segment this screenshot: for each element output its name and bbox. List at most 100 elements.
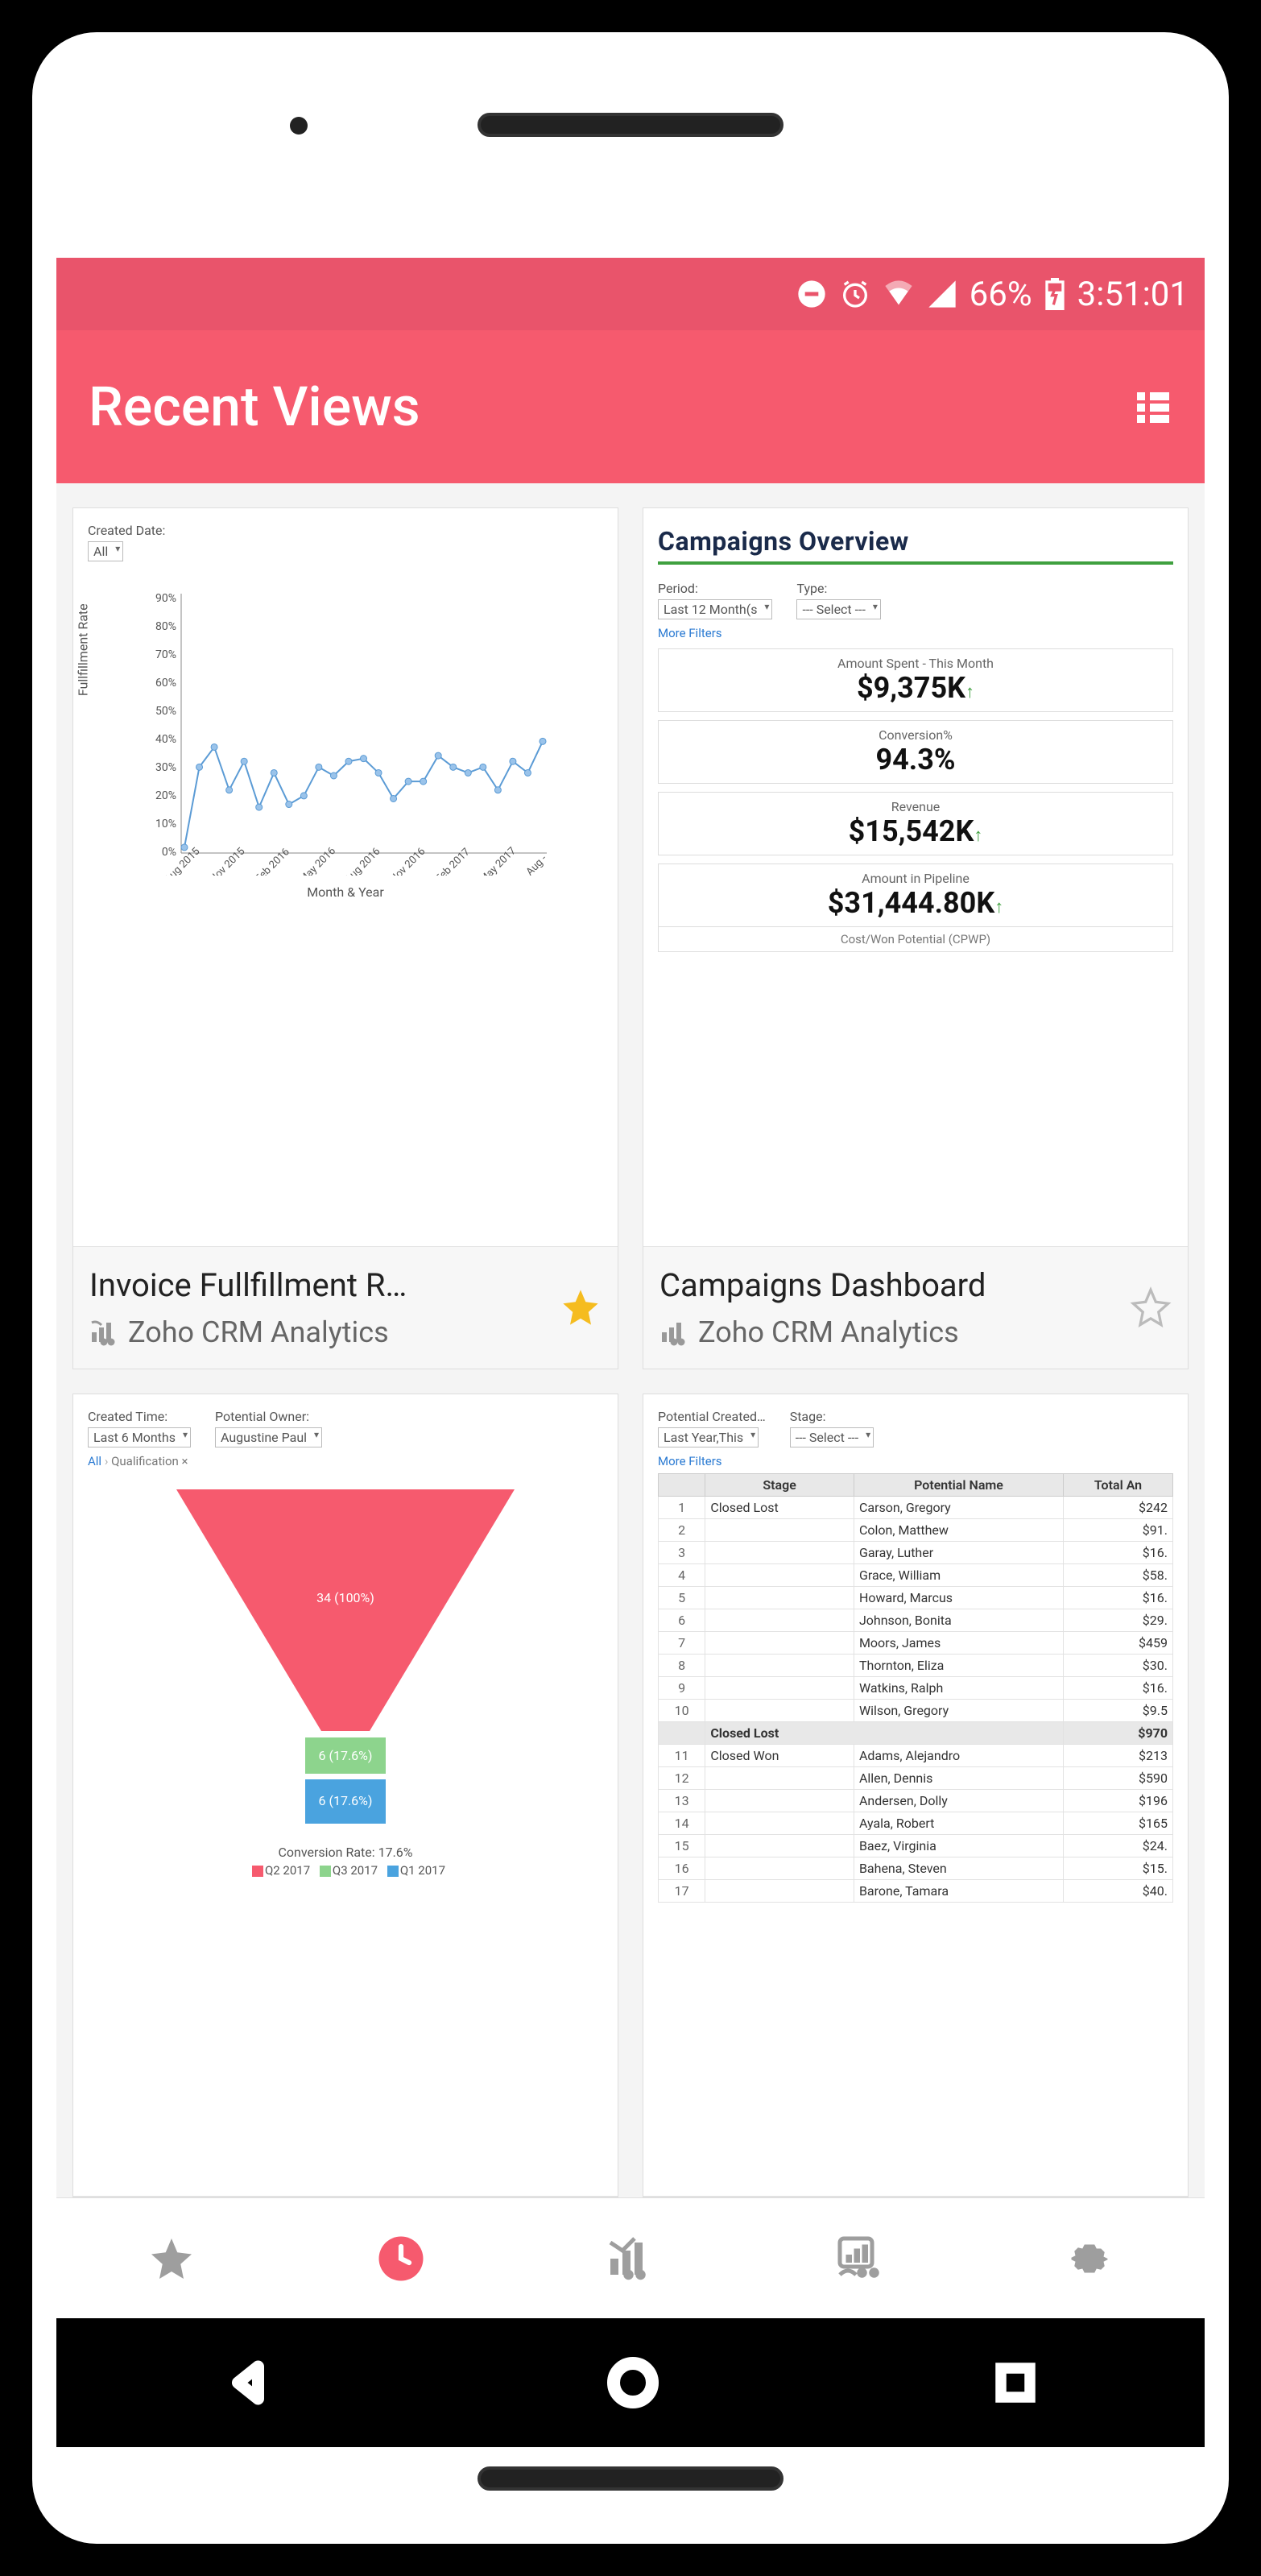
card-invoice-fulfillment[interactable]: Created Date: All Fullfillment Rate 90%8…: [72, 507, 618, 1369]
svg-text:6 (17.6%): 6 (17.6%): [319, 1748, 373, 1763]
svg-text:Nov 2015: Nov 2015: [208, 846, 248, 876]
period-label: Period:: [658, 581, 772, 596]
svg-text:Feb 2017: Feb 2017: [433, 846, 473, 876]
conversion-rate: Conversion Rate: 17.6%: [88, 1845, 603, 1860]
back-icon[interactable]: [224, 2359, 272, 2407]
type-label: Type:: [796, 581, 880, 596]
breadcrumb-all[interactable]: All: [88, 1454, 101, 1468]
svg-text:May 2016: May 2016: [297, 845, 338, 876]
campaigns-heading: Campaigns Overview: [658, 523, 1173, 565]
filter-label: Stage:: [790, 1409, 874, 1424]
star-icon: [147, 2234, 196, 2283]
wifi-icon: [883, 278, 915, 310]
kpi-label: Amount Spent - This Month: [665, 656, 1166, 671]
table-row[interactable]: 1Closed LostCarson, Gregory$242: [659, 1496, 1173, 1518]
table-row[interactable]: 17Barone, Tamara$40.: [659, 1879, 1173, 1902]
android-nav-bar: [56, 2318, 1205, 2447]
gear-icon: [1065, 2234, 1114, 2283]
card-preview: Campaigns Overview Period: Last 12 Month…: [643, 508, 1188, 1247]
svg-text:30%: 30%: [155, 761, 176, 774]
svg-text:34 (100%): 34 (100%): [316, 1590, 374, 1605]
created-time-dropdown[interactable]: Last 6 Months: [88, 1427, 191, 1447]
filter-label: Potential Created…: [658, 1409, 766, 1424]
alarm-icon: [839, 278, 871, 310]
minus-circle-icon: [796, 278, 828, 310]
home-icon[interactable]: [607, 2357, 659, 2408]
table-row[interactable]: 4Grace, William$58.: [659, 1563, 1173, 1586]
table-row[interactable]: 8Thornton, Eliza$30.: [659, 1654, 1173, 1676]
table-row[interactable]: 6Johnson, Bonita$29.: [659, 1609, 1173, 1631]
bottom-tab-bar: [56, 2197, 1205, 2318]
svg-text:Aug 2016: Aug 2016: [343, 846, 383, 876]
tab-recent[interactable]: [286, 2198, 515, 2318]
table-row[interactable]: 16Bahena, Steven$15.: [659, 1857, 1173, 1879]
svg-text:50%: 50%: [155, 705, 176, 718]
recents-icon[interactable]: [994, 2361, 1037, 2404]
funnel-chart: 34 (100%) 6 (17.6%) 6 (17.6%): [88, 1481, 603, 1836]
list-view-icon[interactable]: [1134, 387, 1172, 426]
card-subtitle: Zoho CRM Analytics: [128, 1315, 389, 1349]
card-table[interactable]: Potential Created… Last Year,This Stage:…: [643, 1394, 1189, 2198]
analytics-icon: [659, 1318, 688, 1347]
table-total-row: Closed Lost$970: [659, 1721, 1173, 1744]
chart-legend: Q2 2017 Q3 2017 Q1 2017: [88, 1863, 603, 1878]
dashboard-icon: [836, 2234, 884, 2283]
card-preview: Potential Created… Last Year,This Stage:…: [643, 1394, 1188, 2197]
tab-reports[interactable]: [515, 2198, 745, 2318]
chart-icon: [606, 2234, 655, 2283]
app-bar: Recent Views: [56, 330, 1205, 483]
svg-text:6 (17.6%): 6 (17.6%): [319, 1793, 373, 1808]
type-dropdown[interactable]: --- Select ---: [796, 599, 880, 619]
table-row[interactable]: 13Andersen, Dolly$196: [659, 1789, 1173, 1812]
table-row[interactable]: 5Howard, Marcus$16.: [659, 1586, 1173, 1609]
svg-text:60%: 60%: [155, 677, 176, 690]
star-icon[interactable]: [1130, 1286, 1172, 1328]
svg-text:80%: 80%: [155, 620, 176, 633]
svg-text:70%: 70%: [155, 648, 176, 661]
card-campaigns-dashboard[interactable]: Campaigns Overview Period: Last 12 Month…: [643, 507, 1189, 1369]
table-row[interactable]: 12Allen, Dennis$590: [659, 1766, 1173, 1789]
clock-icon: [377, 2234, 425, 2283]
kpi-value: $9,375K: [857, 671, 965, 705]
kpi-label: Amount in Pipeline: [665, 871, 1166, 886]
more-filters-link[interactable]: More Filters: [658, 626, 1173, 640]
table-row[interactable]: 10Wilson, Gregory$9.5: [659, 1699, 1173, 1721]
page-title: Recent Views: [89, 375, 420, 439]
card-preview: Created Time: Last 6 Months Potential Ow…: [73, 1394, 618, 2197]
card-title: Invoice Fullfillment R…: [89, 1266, 547, 1304]
tab-dashboards[interactable]: [746, 2198, 975, 2318]
svg-text:90%: 90%: [155, 592, 176, 605]
y-axis-label: Fullfillment Rate: [76, 603, 91, 696]
x-axis-label: Month & Year: [88, 884, 603, 900]
created-dropdown[interactable]: Last Year,This: [658, 1427, 759, 1447]
table-row[interactable]: 2Colon, Matthew$91.: [659, 1518, 1173, 1541]
card-preview: Created Date: All Fullfillment Rate 90%8…: [73, 508, 618, 1247]
svg-text:20%: 20%: [155, 789, 176, 802]
svg-text:40%: 40%: [155, 733, 176, 746]
table-row[interactable]: 11Closed WonAdams, Alejandro$213: [659, 1744, 1173, 1766]
card-funnel[interactable]: Created Time: Last 6 Months Potential Ow…: [72, 1394, 618, 2198]
star-icon[interactable]: [560, 1286, 602, 1328]
filter-dropdown[interactable]: All: [88, 541, 123, 561]
table-row[interactable]: 15Baez, Virginia$24.: [659, 1834, 1173, 1857]
period-dropdown[interactable]: Last 12 Month(s: [658, 599, 772, 619]
stage-dropdown[interactable]: --- Select ---: [790, 1427, 874, 1447]
svg-text:Aug -: Aug -: [524, 852, 550, 876]
table-row[interactable]: 3Garay, Luther$16.: [659, 1541, 1173, 1563]
status-time: 3:51:01: [1077, 275, 1189, 314]
table-row[interactable]: 9Watkins, Ralph$16.: [659, 1676, 1173, 1699]
kpi-footer: Cost/Won Potential (CPWP): [658, 927, 1173, 952]
tab-favorites[interactable]: [56, 2198, 286, 2318]
table-row[interactable]: 7Moors, James$459: [659, 1631, 1173, 1654]
tab-settings[interactable]: [975, 2198, 1205, 2318]
analytics-icon: [89, 1318, 118, 1347]
svg-text:Feb 2016: Feb 2016: [253, 846, 292, 876]
potentials-table: Stage Potential Name Total An 1Closed Lo…: [658, 1473, 1173, 1903]
kpi-label: Revenue: [665, 799, 1166, 814]
owner-dropdown[interactable]: Augustine Paul: [215, 1427, 322, 1447]
svg-text:May 2017: May 2017: [478, 845, 519, 876]
status-bar: 66% 3:51:01: [56, 258, 1205, 330]
more-filters-link[interactable]: More Filters: [658, 1454, 1173, 1468]
svg-text:10%: 10%: [155, 818, 176, 830]
table-row[interactable]: 14Ayala, Robert$165: [659, 1812, 1173, 1834]
